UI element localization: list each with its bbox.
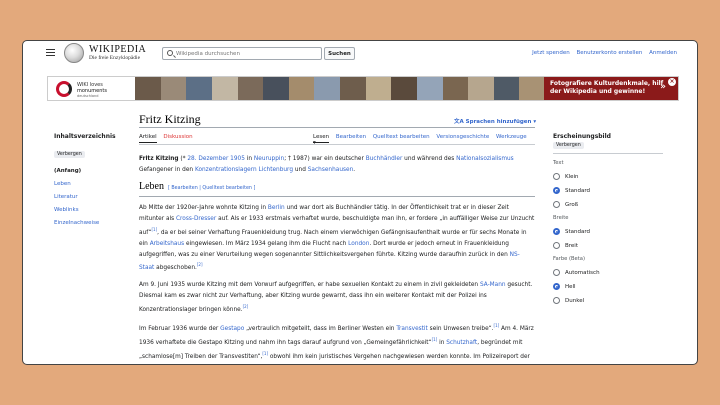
wiki-loves-monuments-logo: WIKI loves monuments deutschland xyxy=(50,79,132,100)
appearance-group-label: Farbe (Beta) xyxy=(553,256,585,262)
search-icon xyxy=(167,50,173,56)
logo-text-3: deutschland xyxy=(77,94,99,98)
banner-photo xyxy=(391,77,417,100)
section-heading-leben: Leben [ Bearbeiten | Quelltext bearbeiten… xyxy=(139,180,535,198)
banner-photo xyxy=(288,77,315,100)
tabs-divider xyxy=(139,144,535,145)
tab-discussion[interactable]: Diskussion xyxy=(163,134,192,140)
radio-button[interactable] xyxy=(553,269,560,276)
banner-photo-strip xyxy=(135,77,545,100)
browser-window: WIKIPEDIA Die freie Enzyklopädie Suchen … xyxy=(22,40,698,365)
section-heading-text: Leben xyxy=(139,180,164,192)
tab-article[interactable]: Artikel xyxy=(139,134,157,143)
radio-button[interactable] xyxy=(553,173,560,180)
tools-label: Werkzeuge xyxy=(496,134,527,140)
toc-item-literatur[interactable]: Literatur xyxy=(54,194,134,200)
toc-item-weblinks[interactable]: Weblinks xyxy=(54,207,134,213)
toc-item-leben[interactable]: Leben xyxy=(54,181,134,187)
banner-photo xyxy=(416,77,443,100)
appearance-groups: Text Klein Standard Groß Breite Standard Breit… xyxy=(553,160,663,304)
appearance-divider xyxy=(553,153,663,154)
wikipedia-logo-icon[interactable] xyxy=(64,43,84,63)
banner-photo xyxy=(468,77,494,100)
banner-photo xyxy=(340,77,366,100)
main-menu-icon[interactable] xyxy=(46,49,55,56)
appearance-group-label: Text xyxy=(553,160,564,166)
banner-arrow-icon: » xyxy=(660,82,666,92)
appearance-group-label: Breite xyxy=(553,215,569,221)
tab-edit[interactable]: Bearbeiten xyxy=(336,134,366,140)
wlm-logo-icon xyxy=(56,81,72,97)
close-icon[interactable]: × xyxy=(668,78,676,86)
toc-title: Inhaltsverzeichnis xyxy=(54,133,116,140)
paragraph: Im Februar 1936 wurde der Gestapo „vertr… xyxy=(139,323,534,360)
login-link[interactable]: Anmelden xyxy=(649,50,677,56)
radio-button[interactable] xyxy=(553,297,560,304)
appearance-option[interactable]: Standard xyxy=(553,187,663,194)
radio-label: Standard xyxy=(565,187,591,194)
radio-button[interactable] xyxy=(553,228,560,235)
radio-button[interactable] xyxy=(553,283,560,290)
appearance-option[interactable]: Groß xyxy=(553,201,663,208)
site-header: WIKIPEDIA Die freie Enzyklopädie Suchen … xyxy=(23,41,697,69)
radio-label: Dunkel xyxy=(565,297,585,304)
radio-button[interactable] xyxy=(553,201,560,208)
banner-cta[interactable]: Fotografiere Kulturdenkmale, hilf der Wi… xyxy=(544,77,678,100)
language-button-label: Sprachen hinzufügen xyxy=(465,119,532,125)
paragraph: Ab Mitte der 1920er-Jahre wohnte Kitzing… xyxy=(139,205,535,272)
toc-item-top[interactable]: (Anfang) xyxy=(54,168,134,174)
banner-photo xyxy=(442,77,469,100)
banner-photo xyxy=(186,77,212,100)
wlm-banner[interactable]: WIKI loves monuments deutschland Fotogra… xyxy=(47,76,679,101)
table-of-contents: Inhaltsverzeichnis Verbergen (Anfang) Le… xyxy=(54,133,134,226)
paragraph: Am 9. Juni 1935 wurde Kitzing mit dem Vo… xyxy=(139,282,533,313)
appearance-hide-button[interactable]: Verbergen xyxy=(553,142,584,149)
user-links: Jetzt spenden Benutzerkonto erstellen An… xyxy=(527,50,677,56)
donate-link[interactable]: Jetzt spenden xyxy=(532,50,570,56)
radio-button[interactable] xyxy=(553,242,560,249)
banner-photo xyxy=(160,77,187,100)
radio-label: Breit xyxy=(565,242,578,249)
radio-label: Groß xyxy=(565,201,579,208)
banner-photo xyxy=(519,77,545,100)
toc-item-einzelnachweise[interactable]: Einzelnachweise xyxy=(54,220,134,226)
appearance-option[interactable]: Standard xyxy=(553,228,663,235)
radio-label: Standard xyxy=(565,228,591,235)
appearance-option[interactable]: Hell xyxy=(553,283,663,290)
radio-label: Klein xyxy=(565,173,579,180)
appearance-option[interactable]: Klein xyxy=(553,173,663,180)
tab-history[interactable]: Versionsgeschichte xyxy=(436,134,489,140)
radio-button[interactable] xyxy=(553,187,560,194)
create-account-link[interactable]: Benutzerkonto erstellen xyxy=(576,50,642,56)
title-divider xyxy=(139,127,535,128)
banner-photo xyxy=(263,77,289,100)
banner-photo xyxy=(211,77,238,100)
radio-label: Automatisch xyxy=(565,269,600,276)
page-title: Fritz Kitzing xyxy=(139,112,201,126)
search-input[interactable] xyxy=(176,49,316,59)
banner-cta-text: Fotografiere Kulturdenkmale, hilf der Wi… xyxy=(550,80,664,95)
lead-paragraph: Fritz Kitzing (* 28. Dezember 1905 in Ne… xyxy=(139,156,514,173)
appearance-title: Erscheinungsbild xyxy=(553,133,611,140)
language-button[interactable]: 文A Sprachen hinzufügen ▾ xyxy=(454,117,536,125)
banner-photo xyxy=(135,77,161,100)
radio-label: Hell xyxy=(565,283,576,290)
appearance-option[interactable]: Automatisch xyxy=(553,269,663,276)
section-edit-links[interactable]: [ Bearbeiten | Quelltext bearbeiten ] xyxy=(168,186,255,191)
banner-photo xyxy=(237,77,264,100)
tab-edit-source[interactable]: Quelltext bearbeiten xyxy=(373,134,430,140)
banner-photo xyxy=(365,77,392,100)
toc-hide-button[interactable]: Verbergen xyxy=(54,151,85,158)
namespace-tabs: Artikel Diskussion xyxy=(139,134,193,143)
search-button[interactable]: Suchen xyxy=(324,47,355,60)
appearance-panel: Erscheinungsbild Verbergen Text Klein Stan… xyxy=(553,133,663,311)
appearance-option[interactable]: Breit xyxy=(553,242,663,249)
article-body: Fritz Kitzing (* 28. Dezember 1905 in Ne… xyxy=(139,154,535,364)
banner-photo xyxy=(314,77,340,100)
wikipedia-tagline: Die freie Enzyklopädie xyxy=(89,55,141,61)
banner-photo xyxy=(493,77,520,100)
search-box[interactable] xyxy=(162,47,322,60)
appearance-option[interactable]: Dunkel xyxy=(553,297,663,304)
wikipedia-wordmark[interactable]: WIKIPEDIA xyxy=(89,44,146,55)
